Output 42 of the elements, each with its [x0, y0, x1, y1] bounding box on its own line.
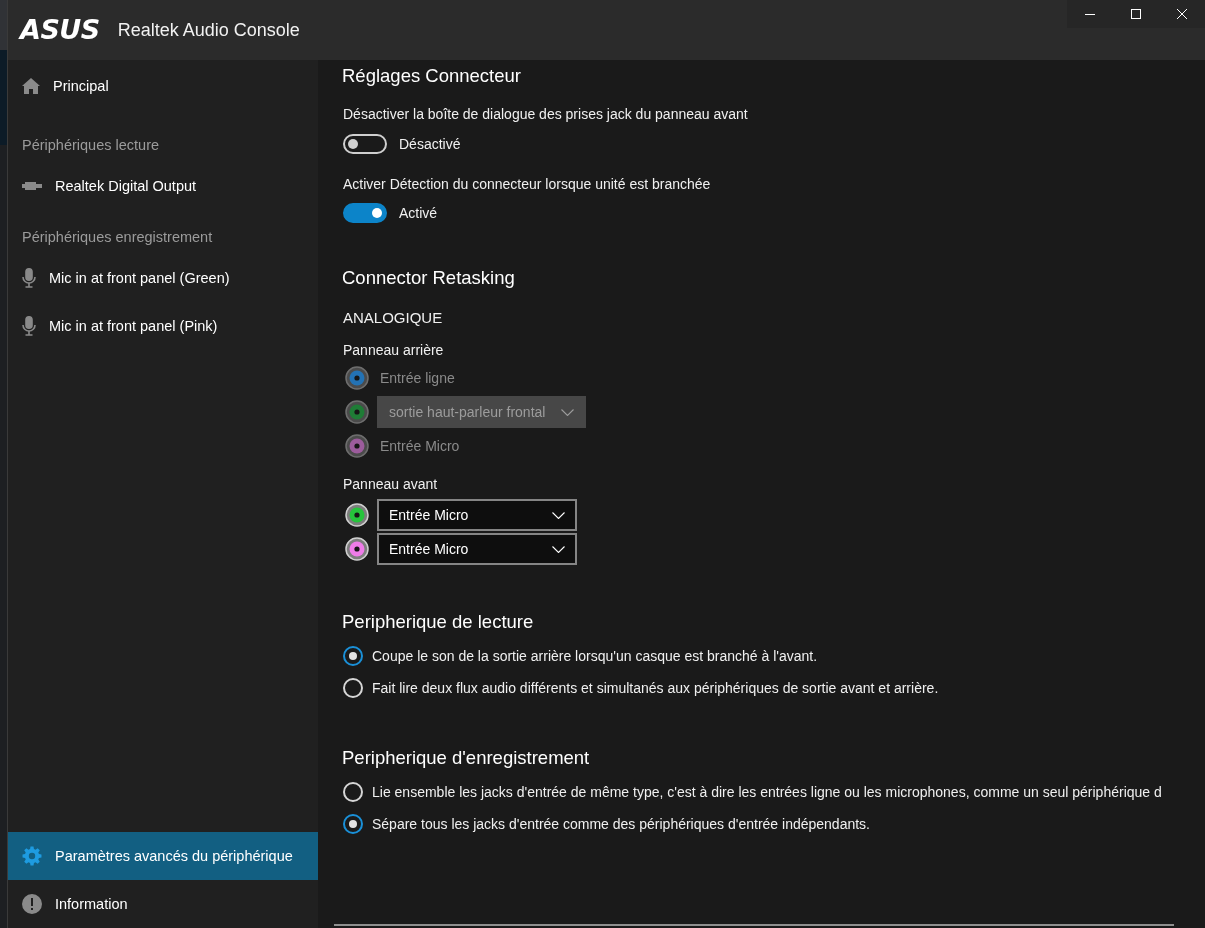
section-header: Périphériques lecture — [21, 136, 161, 155]
group-label: ANALOGIQUE — [342, 308, 444, 328]
chevron-down-icon — [552, 545, 565, 553]
chevron-down-icon — [561, 408, 575, 416]
sidebar-item[interactable]: Paramètres avancés du périphérique — [8, 832, 318, 880]
radio-option[interactable]: Coupe le son de la sortie arrière lorsqu'un casque est branché à l'avant. — [342, 640, 818, 672]
toggle-state-label: Désactivé — [399, 136, 461, 152]
connector-icon — [22, 181, 42, 191]
jack-label: Entrée ligne — [379, 370, 455, 386]
section-title: Connector Retasking — [342, 266, 516, 290]
settings-icon — [22, 846, 42, 866]
section-title: Peripherique de lecture — [342, 610, 535, 634]
setting-label: Désactiver la boîte de dialogue des prises jack du panneau avant — [342, 105, 749, 124]
chevron-down-icon — [552, 511, 565, 519]
microphone-icon — [22, 316, 36, 336]
toggle-switch[interactable] — [343, 203, 387, 223]
radio-option[interactable]: Lie ensemble les jacks d'entrée de même type, c'est à dire les entrées ligne ou les microphones, comme un seul périphérique d — [342, 776, 1162, 808]
radio-option[interactable]: Sépare tous les jacks d'entrée comme des périphériques d'entrée indépendants. — [342, 808, 870, 840]
maximize-icon — [1131, 9, 1141, 19]
sidebar-item[interactable]: Principal — [8, 62, 318, 110]
sidebar-item[interactable]: Mic in at front panel (Green) — [8, 254, 318, 302]
home-icon — [22, 78, 40, 94]
panel-title: Panneau avant — [342, 475, 439, 494]
toggle-state-label: Activé — [399, 205, 438, 221]
setting-label: Activer Détection du connecteur lorsque unité est branchée — [342, 175, 712, 194]
brand-logo: ASUS — [20, 19, 100, 41]
dropdown[interactable]: Entrée Micro — [377, 533, 577, 565]
minimize-icon — [1085, 13, 1095, 15]
close-icon — [1177, 9, 1187, 19]
radio-option[interactable]: Fait lire deux flux audio différents et simultanés aux périphériques de sortie avant et arrière. — [342, 672, 939, 704]
section-title: Réglages Connecteur — [342, 64, 522, 88]
sidebar-item[interactable]: Mic in at front panel (Pink) — [8, 302, 318, 350]
microphone-icon — [22, 268, 36, 288]
horizontal-scrollbar[interactable] — [334, 924, 1174, 926]
jack-label: Entrée Micro — [379, 438, 460, 454]
sidebar-item[interactable]: Realtek Digital Output — [8, 162, 318, 210]
panel-title: Panneau arrière — [342, 341, 445, 360]
sidebar-item[interactable]: Information — [8, 880, 318, 928]
section-header: Périphériques enregistrement — [21, 228, 214, 247]
dropdown[interactable]: Entrée Micro — [377, 499, 577, 531]
section-title: Peripherique d'enregistrement — [342, 746, 591, 770]
window-title: Realtek Audio Console — [117, 19, 300, 42]
